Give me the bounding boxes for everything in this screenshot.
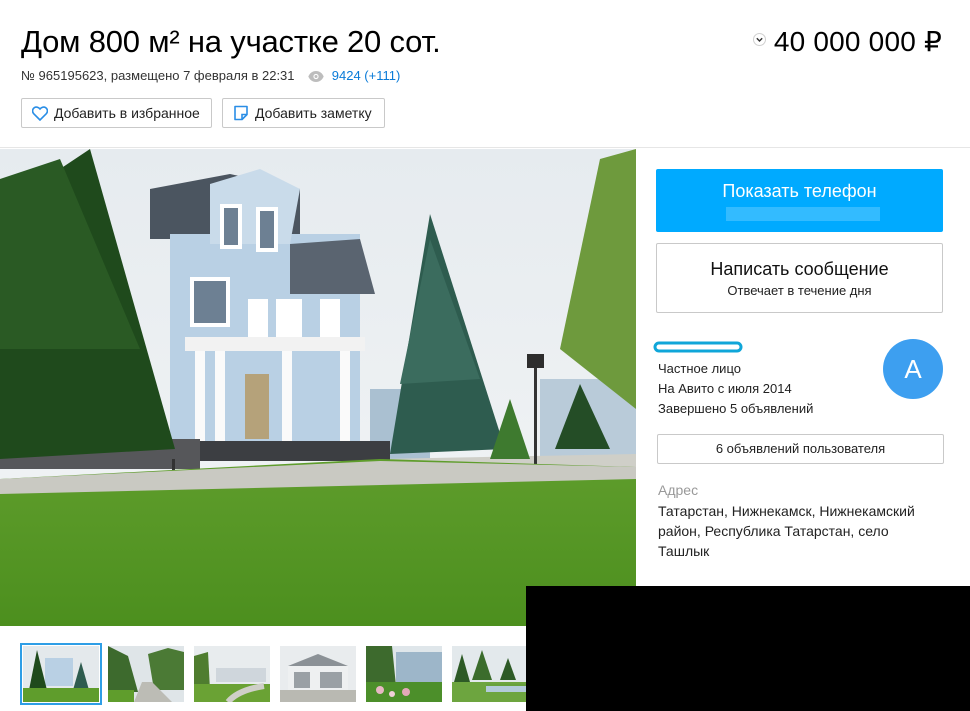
listing-meta: № 965195623, размещено 7 февраля в 22:31…: [21, 68, 400, 86]
phone-number-mask: [726, 207, 880, 221]
seller-completed: Завершено 5 объявлений: [658, 401, 814, 416]
listing-header: Дом 800 м² на участке 20 сот. № 96519562…: [0, 0, 970, 148]
thumbnail-2[interactable]: [108, 646, 184, 702]
redaction-overlay: [526, 586, 970, 711]
address-label: Адрес: [658, 482, 699, 498]
write-message-button[interactable]: Написать сообщение Отвечает в течение дн…: [656, 243, 943, 313]
reply-time-label: Отвечает в течение дня: [727, 283, 872, 298]
price-block: 40 000 000 ₽: [752, 26, 942, 58]
add-note-button[interactable]: Добавить заметку: [222, 98, 385, 128]
thumbnail-1[interactable]: [20, 643, 102, 705]
address-value: Татарстан, Нижнекамск, Нижнекамский райо…: [658, 503, 915, 559]
thumbnail-4[interactable]: [280, 646, 356, 702]
heart-icon: [32, 105, 48, 121]
contact-sidebar: Показать телефон Написать сообщение Отве…: [637, 149, 970, 589]
avatar[interactable]: A: [883, 339, 943, 399]
thumbnail-6[interactable]: [452, 646, 528, 702]
add-note-label: Добавить заметку: [255, 105, 372, 121]
note-icon: [234, 105, 248, 121]
seller-type: Частное лицо: [658, 361, 741, 376]
price: 40 000 000 ₽: [773, 26, 942, 57]
show-phone-label: Показать телефон: [722, 181, 877, 201]
add-to-favorites-button[interactable]: Добавить в избранное: [21, 98, 212, 128]
seller-name-redacted: [653, 341, 743, 353]
thumbnail-3[interactable]: [194, 646, 270, 702]
views-count: 9424 (+111): [331, 68, 401, 83]
write-message-label: Написать сообщение: [710, 259, 889, 279]
user-ads-button[interactable]: 6 объявлений пользователя: [657, 434, 944, 464]
show-phone-button[interactable]: Показать телефон: [656, 169, 943, 232]
chevron-down-icon[interactable]: [752, 33, 766, 51]
listing-number-date: № 965195623, размещено 7 февраля в 22:31: [21, 68, 295, 83]
add-to-favorites-label: Добавить в избранное: [54, 105, 200, 121]
page-title: Дом 800 м² на участке 20 сот.: [21, 24, 441, 59]
eye-icon: [308, 70, 324, 86]
seller-since: На Авито с июля 2014: [658, 381, 792, 396]
main-photo[interactable]: [0, 149, 636, 626]
thumbnail-5[interactable]: [366, 646, 442, 702]
